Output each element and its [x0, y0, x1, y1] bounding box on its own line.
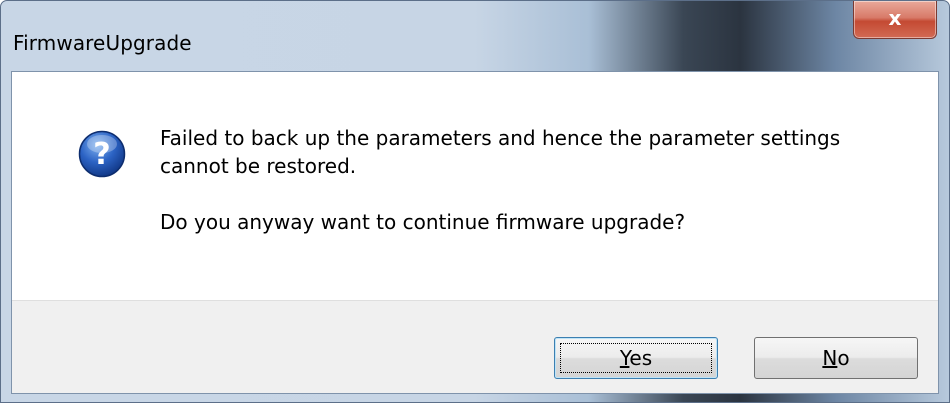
close-icon: x	[888, 6, 902, 30]
dialog-client-area: ? Failed to back up the parameters and h…	[11, 71, 939, 394]
yes-mnemonic: Y	[619, 346, 630, 370]
no-label-rest: o	[837, 346, 850, 370]
no-button[interactable]: No	[754, 337, 918, 379]
yes-button-label: Yes	[555, 346, 717, 370]
close-button[interactable]: x	[853, 1, 937, 39]
dialog-window: FirmwareUpgrade x ? Failed to back up th…	[0, 0, 950, 403]
message-question: Do you anyway want to continue firmware …	[160, 210, 686, 234]
title-bar[interactable]: FirmwareUpgrade x	[1, 1, 949, 63]
message-area: ? Failed to back up the parameters and h…	[12, 72, 938, 300]
window-title: FirmwareUpgrade	[13, 31, 192, 55]
message-text: Failed to back up the parameters and hen…	[160, 124, 900, 236]
question-icon: ?	[78, 130, 126, 178]
yes-button[interactable]: Yes	[554, 337, 718, 379]
svg-text:?: ?	[93, 137, 110, 172]
no-mnemonic: N	[822, 346, 838, 370]
yes-label-rest: es	[629, 346, 653, 370]
message-line-1: Failed to back up the parameters and hen…	[160, 126, 841, 150]
button-bar: Yes No	[12, 300, 938, 393]
message-line-2: cannot be restored.	[160, 154, 357, 178]
no-button-label: No	[755, 346, 917, 370]
